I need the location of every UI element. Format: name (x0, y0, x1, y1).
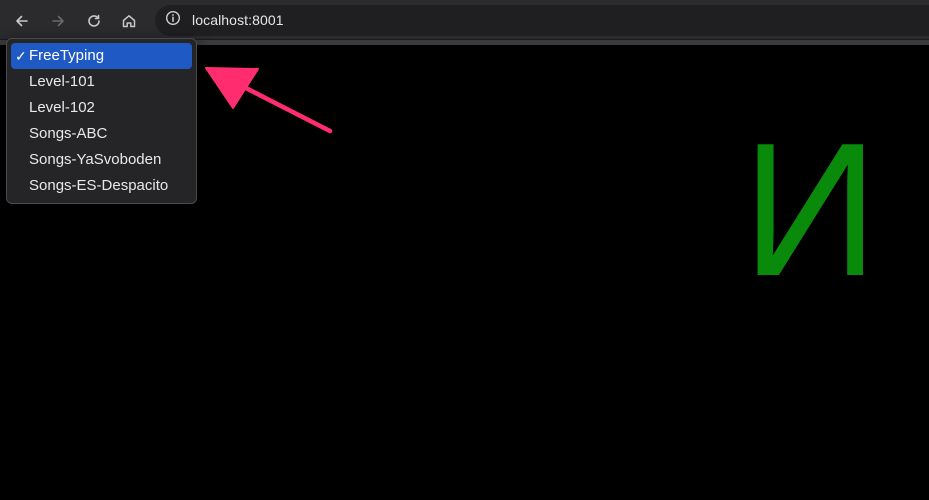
forward-button[interactable] (45, 8, 71, 34)
url-text[interactable]: localhost:8001 (192, 12, 284, 28)
option-label: Level-101 (29, 73, 95, 90)
option-label: Level-102 (29, 99, 95, 116)
dropdown-option-songs-yasvoboden[interactable]: Songs-YaSvoboden (11, 147, 192, 173)
arrow-right-icon (50, 13, 66, 29)
dropdown-option-level-102[interactable]: Level-102 (11, 95, 192, 121)
arrow-left-icon (14, 13, 30, 29)
option-label: Songs-ES-Despacito (29, 177, 169, 194)
back-button[interactable] (9, 8, 35, 34)
option-label: FreeTyping (29, 47, 105, 64)
typing-letter: И (742, 104, 879, 316)
home-icon (121, 13, 137, 29)
annotation-arrow-icon (205, 67, 333, 134)
dropdown-option-freetyping[interactable]: ✓ FreeTyping (11, 43, 192, 69)
info-icon (165, 10, 181, 31)
site-info-button[interactable] (162, 10, 183, 31)
dropdown-option-level-101[interactable]: Level-101 (11, 69, 192, 95)
home-button[interactable] (116, 8, 142, 34)
reload-button[interactable] (81, 8, 107, 34)
checkmark-icon: ✓ (15, 48, 27, 64)
option-label: Songs-ABC (29, 125, 108, 142)
option-label: Songs-YaSvoboden (29, 151, 162, 168)
dropdown-option-songs-es-despacito[interactable]: Songs-ES-Despacito (11, 173, 192, 199)
dropdown-option-songs-abc[interactable]: Songs-ABC (11, 121, 192, 147)
level-select-dropdown[interactable]: ✓ FreeTyping Level-101 Level-102 Songs-A… (6, 38, 197, 204)
reload-icon (86, 13, 102, 29)
address-bar[interactable]: localhost:8001 (155, 5, 929, 36)
browser-toolbar: localhost:8001 (0, 0, 929, 40)
